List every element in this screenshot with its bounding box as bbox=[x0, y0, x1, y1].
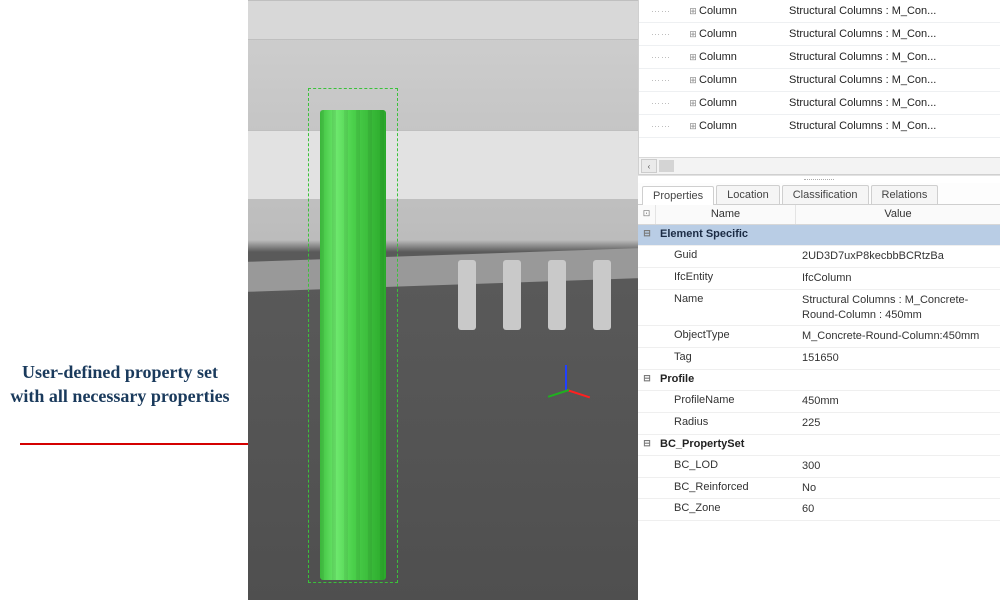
property-name: BC_Reinforced bbox=[656, 478, 796, 496]
tab-relations[interactable]: Relations bbox=[871, 185, 939, 204]
splitter-grip[interactable] bbox=[638, 175, 1000, 183]
slab-element bbox=[248, 247, 638, 292]
expand-icon[interactable]: ⊞ bbox=[687, 75, 699, 86]
horizontal-scrollbar[interactable]: ‹ bbox=[639, 157, 1000, 174]
tree-item-type: Structural Columns : M_Con... bbox=[789, 5, 1000, 17]
property-grid-header: ⊡ Name Value bbox=[638, 205, 1000, 225]
tree-item-type: Structural Columns : M_Con... bbox=[789, 97, 1000, 109]
3d-viewport[interactable] bbox=[248, 0, 638, 600]
property-grid[interactable]: ⊟ Element Specific Guid 2UD3D7uxP8kecbbB… bbox=[638, 225, 1000, 600]
tree-item-name: Column bbox=[699, 120, 789, 132]
property-row[interactable]: Radius 225 bbox=[638, 413, 1000, 435]
collapse-icon[interactable]: ⊟ bbox=[638, 370, 656, 384]
tree-guide-icon: ⋯⋯ bbox=[651, 121, 687, 132]
z-axis-icon bbox=[565, 365, 567, 391]
property-value: 450mm bbox=[796, 391, 1000, 412]
group-label: BC_PropertySet bbox=[656, 435, 796, 453]
property-name: Guid bbox=[656, 246, 796, 264]
selected-column[interactable] bbox=[320, 110, 386, 580]
column-element bbox=[548, 260, 566, 330]
expand-icon[interactable]: ⊞ bbox=[687, 6, 699, 17]
tree-guide-icon: ⋯⋯ bbox=[651, 52, 687, 63]
tree-row[interactable]: ⋯⋯ ⊞ Column Structural Columns : M_Con..… bbox=[639, 92, 1000, 115]
expand-icon[interactable]: ⊞ bbox=[687, 98, 699, 109]
property-name: BC_LOD bbox=[656, 456, 796, 474]
property-name: Name bbox=[656, 290, 796, 308]
property-value: 60 bbox=[796, 499, 1000, 520]
right-panel: ⋯⋯ ⊞ Column Structural Columns : M_Con..… bbox=[638, 0, 1000, 600]
tree-guide-icon: ⋯⋯ bbox=[651, 29, 687, 40]
property-name: Radius bbox=[656, 413, 796, 431]
collapse-icon[interactable]: ⊟ bbox=[638, 435, 656, 449]
model-tree[interactable]: ⋯⋯ ⊞ Column Structural Columns : M_Con..… bbox=[638, 0, 1000, 175]
column-element bbox=[593, 260, 611, 330]
property-name: IfcEntity bbox=[656, 268, 796, 286]
tab-location[interactable]: Location bbox=[716, 185, 780, 204]
group-profile[interactable]: ⊟ Profile bbox=[638, 370, 1000, 391]
collapse-icon[interactable]: ⊟ bbox=[638, 225, 656, 239]
tree-row[interactable]: ⋯⋯ ⊞ Column Structural Columns : M_Con..… bbox=[639, 23, 1000, 46]
beam-element bbox=[248, 0, 638, 40]
expand-icon[interactable]: ⊞ bbox=[687, 52, 699, 63]
property-row[interactable]: Tag 151650 bbox=[638, 348, 1000, 370]
header-toggle-icon[interactable]: ⊡ bbox=[638, 205, 656, 224]
group-label: Element Specific bbox=[656, 225, 796, 243]
scroll-left-icon[interactable]: ‹ bbox=[641, 159, 657, 173]
tree-row[interactable]: ⋯⋯ ⊞ Column Structural Columns : M_Con..… bbox=[639, 69, 1000, 92]
property-value: 2UD3D7uxP8kecbbBCRtzBa bbox=[796, 246, 1000, 267]
tree-item-name: Column bbox=[699, 5, 789, 17]
tree-item-type: Structural Columns : M_Con... bbox=[789, 120, 1000, 132]
property-row[interactable]: BC_Zone 60 bbox=[638, 499, 1000, 521]
tab-properties[interactable]: Properties bbox=[642, 186, 714, 205]
header-name-column: Name bbox=[656, 205, 796, 224]
property-row[interactable]: Guid 2UD3D7uxP8kecbbBCRtzBa bbox=[638, 246, 1000, 268]
tree-row[interactable]: ⋯⋯ ⊞ Column Structural Columns : M_Con..… bbox=[639, 115, 1000, 138]
property-value: IfcColumn bbox=[796, 268, 1000, 289]
tree-guide-icon: ⋯⋯ bbox=[651, 75, 687, 86]
property-name: Tag bbox=[656, 348, 796, 366]
scrollbar-thumb[interactable] bbox=[659, 160, 674, 172]
expand-icon[interactable]: ⊞ bbox=[687, 121, 699, 132]
property-row[interactable]: Name Structural Columns : M_Concrete-Rou… bbox=[638, 290, 1000, 327]
axis-gizmo[interactable] bbox=[543, 365, 593, 415]
property-value: Structural Columns : M_Concrete-Round-Co… bbox=[796, 290, 1000, 326]
column-element bbox=[458, 260, 476, 330]
property-name: BC_Zone bbox=[656, 499, 796, 517]
x-axis-icon bbox=[567, 389, 590, 398]
property-row[interactable]: ProfileName 450mm bbox=[638, 391, 1000, 413]
property-row[interactable]: BC_Reinforced No bbox=[638, 478, 1000, 500]
property-name: ProfileName bbox=[656, 391, 796, 409]
annotation-text: User-defined property set with all neces… bbox=[10, 360, 230, 409]
tree-item-type: Structural Columns : M_Con... bbox=[789, 74, 1000, 86]
group-bc-propertyset[interactable]: ⊟ BC_PropertySet bbox=[638, 435, 1000, 456]
tree-item-name: Column bbox=[699, 51, 789, 63]
property-value: 225 bbox=[796, 413, 1000, 434]
tree-item-name: Column bbox=[699, 28, 789, 40]
property-value: M_Concrete-Round-Column:450mm bbox=[796, 326, 1000, 347]
tree-guide-icon: ⋯⋯ bbox=[651, 6, 687, 17]
tree-item-type: Structural Columns : M_Con... bbox=[789, 51, 1000, 63]
beam-element bbox=[248, 130, 638, 200]
tree-item-name: Column bbox=[699, 74, 789, 86]
property-row[interactable]: IfcEntity IfcColumn bbox=[638, 268, 1000, 290]
property-name: ObjectType bbox=[656, 326, 796, 344]
property-row[interactable]: BC_LOD 300 bbox=[638, 456, 1000, 478]
property-value: No bbox=[796, 478, 1000, 499]
property-value: 151650 bbox=[796, 348, 1000, 369]
y-axis-icon bbox=[548, 389, 570, 398]
tab-classification[interactable]: Classification bbox=[782, 185, 869, 204]
tree-item-name: Column bbox=[699, 97, 789, 109]
property-value: 300 bbox=[796, 456, 1000, 477]
expand-icon[interactable]: ⊞ bbox=[687, 29, 699, 40]
tree-guide-icon: ⋯⋯ bbox=[651, 98, 687, 109]
tree-item-type: Structural Columns : M_Con... bbox=[789, 28, 1000, 40]
tree-row[interactable]: ⋯⋯ ⊞ Column Structural Columns : M_Con..… bbox=[639, 0, 1000, 23]
group-element-specific[interactable]: ⊟ Element Specific bbox=[638, 225, 1000, 246]
property-row[interactable]: ObjectType M_Concrete-Round-Column:450mm bbox=[638, 326, 1000, 348]
column-element bbox=[503, 260, 521, 330]
properties-tabs: Properties Location Classification Relat… bbox=[638, 183, 1000, 205]
tree-row[interactable]: ⋯⋯ ⊞ Column Structural Columns : M_Con..… bbox=[639, 46, 1000, 69]
header-value-column: Value bbox=[796, 205, 1000, 224]
group-label: Profile bbox=[656, 370, 796, 388]
